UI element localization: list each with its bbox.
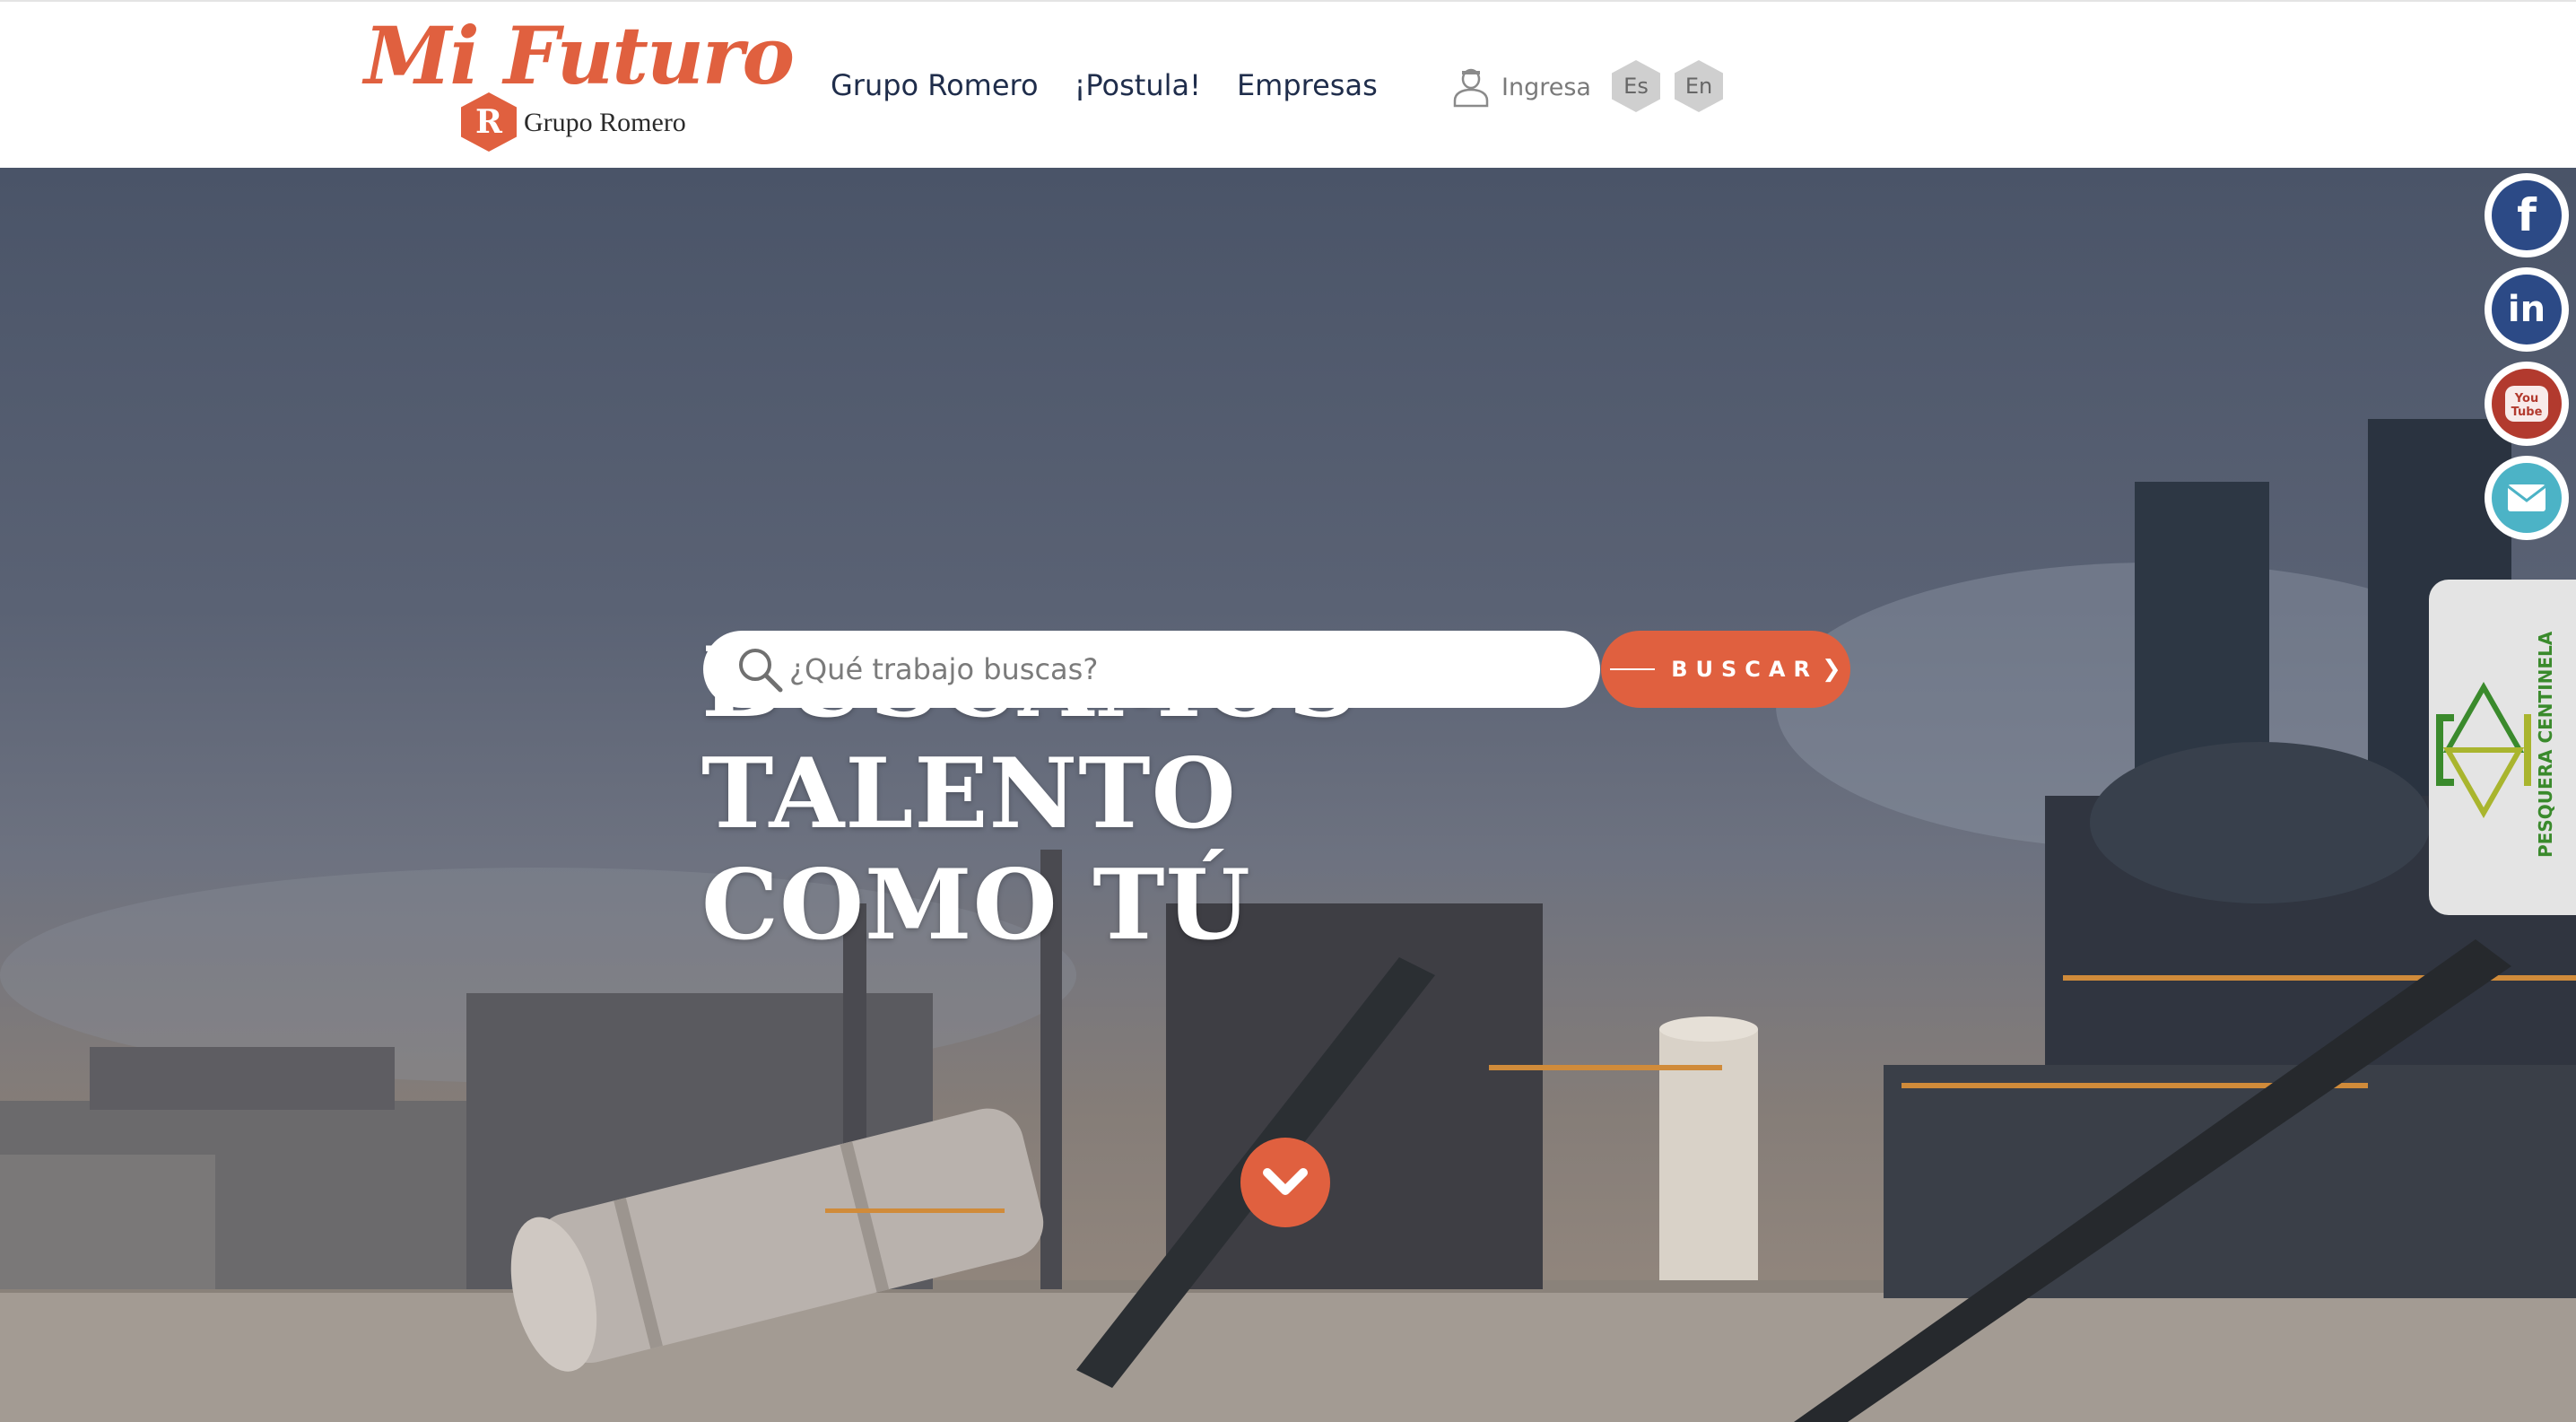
hero-title-line-2: COMO TÚ: [701, 849, 1251, 963]
linkedin-link[interactable]: in: [2485, 267, 2569, 352]
nav-link-grupo-romero[interactable]: Grupo Romero: [831, 63, 1039, 108]
mail-icon: [2492, 463, 2562, 533]
email-link[interactable]: [2485, 456, 2569, 540]
chevron-down-icon: [1263, 1168, 1308, 1195]
site-header: Mi Futuro R Grupo Romero Grupo Romero ¡P…: [0, 0, 2576, 168]
chevron-right-icon: ❯: [1821, 656, 1841, 683]
facebook-link[interactable]: f: [2485, 173, 2569, 257]
svg-text:You: You: [2514, 392, 2538, 406]
svg-text:Tube: Tube: [2511, 406, 2543, 419]
brand-logo[interactable]: Mi Futuro R Grupo Romero: [359, 9, 795, 161]
facebook-icon: f: [2492, 180, 2562, 250]
logo-company-name: Grupo Romero: [524, 108, 686, 137]
logo-script-text: Mi Futuro: [364, 9, 795, 102]
nav-link-postula[interactable]: ¡Postula!: [1075, 63, 1201, 108]
search-button-label: BUSCAR: [1671, 657, 1818, 682]
main-nav: Grupo Romero ¡Postula! Empresas: [831, 63, 1378, 108]
partner-name: PESQUERA CENTINELA: [2535, 631, 2556, 858]
lang-en-button[interactable]: En: [1675, 60, 1723, 112]
nav-link-empresas[interactable]: Empresas: [1237, 63, 1378, 108]
job-search-input[interactable]: [788, 651, 1580, 687]
lang-es-button[interactable]: Es: [1612, 60, 1660, 112]
pesquera-centinela-logo: [2436, 681, 2531, 819]
youtube-icon: You Tube: [2492, 369, 2562, 439]
search-icon: [739, 649, 783, 693]
search-button[interactable]: BUSCAR ❯: [1601, 631, 1850, 708]
button-line-decoration: [1610, 668, 1656, 670]
partner-logo-tab[interactable]: PESQUERA CENTINELA: [2429, 580, 2576, 915]
youtube-link[interactable]: You Tube: [2485, 362, 2569, 446]
hero-section: BUSCAMOS TALENTO COMO TÚ: [0, 168, 2576, 1422]
login-link[interactable]: Ingresa: [1451, 65, 1591, 109]
login-label: Ingresa: [1501, 73, 1591, 101]
scroll-down-button[interactable]: [1240, 1138, 1330, 1227]
job-search-bar: [703, 631, 1600, 708]
user-icon: [1453, 68, 1489, 108]
linkedin-icon: in: [2492, 275, 2562, 345]
